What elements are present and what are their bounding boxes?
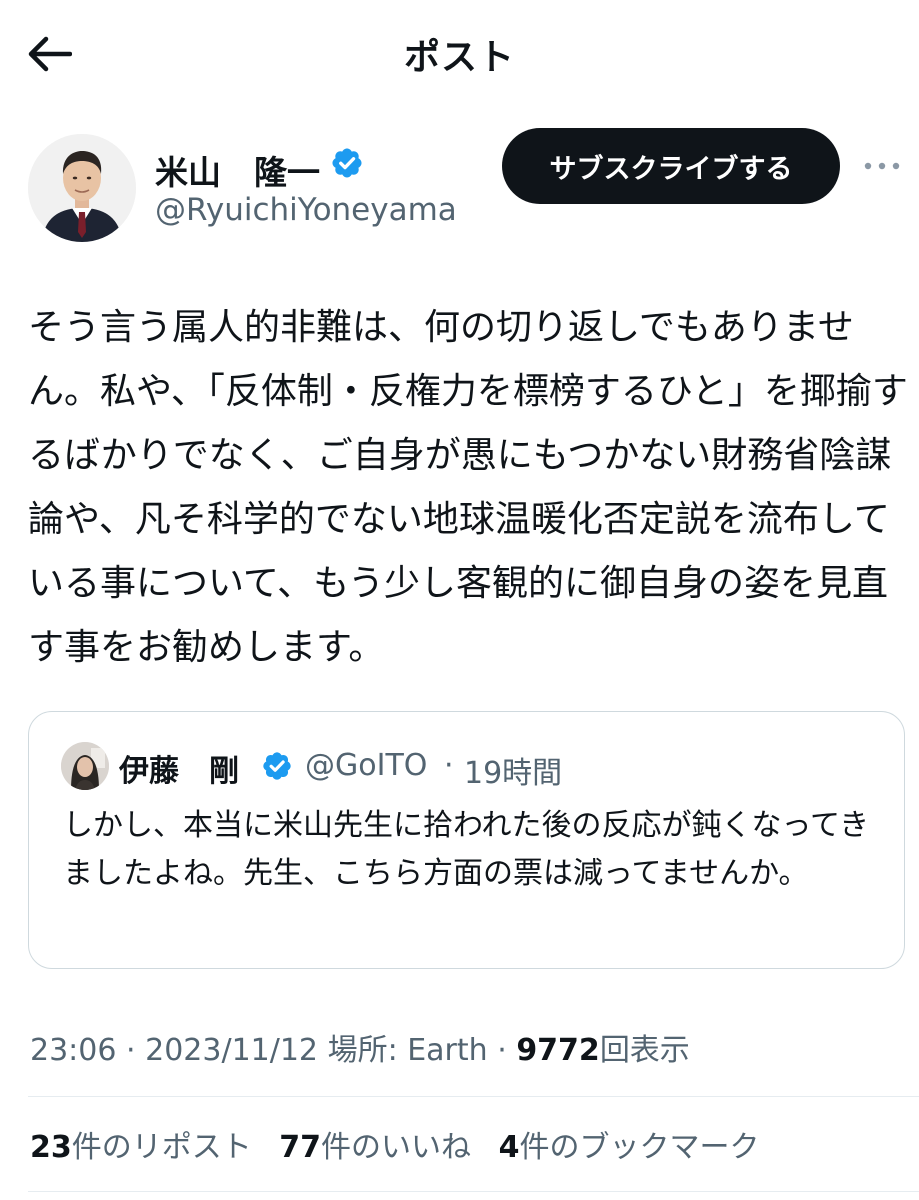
top-bar: ポスト <box>0 0 919 110</box>
quoted-author-avatar[interactable] <box>61 742 109 790</box>
likes-label: 件のいいね <box>321 1130 472 1165</box>
quoted-author-portrait-icon <box>61 742 109 790</box>
likes-link[interactable]: 77件のいいね <box>279 1130 471 1165</box>
post-time[interactable]: 23:06 <box>30 1033 116 1068</box>
quoted-author-handle[interactable]: @GoITO <box>305 748 427 783</box>
verified-badge-icon <box>332 148 362 178</box>
author-name[interactable]: 米山 隆一 <box>155 146 320 194</box>
bookmarks-label: 件のブックマーク <box>519 1130 760 1165</box>
post-text: そう言う属人的非難は、何の切り返しでもありません。私や、「反体制・反権力を標榜す… <box>28 307 908 668</box>
post-location: 場所: Earth <box>327 1033 488 1068</box>
meta-separator: · <box>126 1033 136 1068</box>
quoted-post[interactable]: 伊藤 剛 @GoITO · 19時間 しかし、本当に米山先生に拾われた後の反応が… <box>28 711 905 969</box>
reposts-count: 23 <box>30 1130 72 1165</box>
author-handle[interactable]: @RyuichiYoneyama <box>155 192 457 228</box>
quoted-author-name[interactable]: 伊藤 剛 <box>119 746 239 790</box>
reposts-label: 件のリポスト <box>71 1130 252 1165</box>
bookmarks-count: 4 <box>498 1130 520 1165</box>
divider <box>28 1191 919 1192</box>
reposts-link[interactable]: 23件のリポスト <box>30 1130 252 1165</box>
bookmarks-link[interactable]: 4件のブックマーク <box>499 1130 760 1165</box>
engagement-stats: 23件のリポスト 77件のいいね 4件のブックマーク <box>30 1122 777 1166</box>
verified-badge-icon <box>263 752 291 780</box>
author-avatar[interactable] <box>28 134 136 242</box>
quoted-separator: · <box>444 748 454 783</box>
quoted-post-text: しかし、本当に米山先生に拾われた後の反応が鈍くなってきましたよね。先生、こちら方… <box>63 808 870 891</box>
author-portrait-icon <box>28 134 136 242</box>
quoted-post-time[interactable]: 19時間 <box>464 748 562 792</box>
meta-separator: · <box>497 1033 507 1068</box>
post-date[interactable]: 2023/11/12 <box>145 1033 318 1068</box>
divider <box>28 1096 919 1097</box>
likes-count: 77 <box>279 1130 322 1165</box>
more-horizontal-icon[interactable] <box>862 158 902 174</box>
subscribe-button[interactable]: サブスクライブする <box>502 128 840 204</box>
page-title: ポスト <box>403 37 515 78</box>
views-label: 回表示 <box>599 1033 690 1068</box>
post-metadata: 23:06 · 2023/11/12 場所: Earth · 9772回表示 <box>30 1025 690 1069</box>
views-count: 9772 <box>516 1033 600 1068</box>
